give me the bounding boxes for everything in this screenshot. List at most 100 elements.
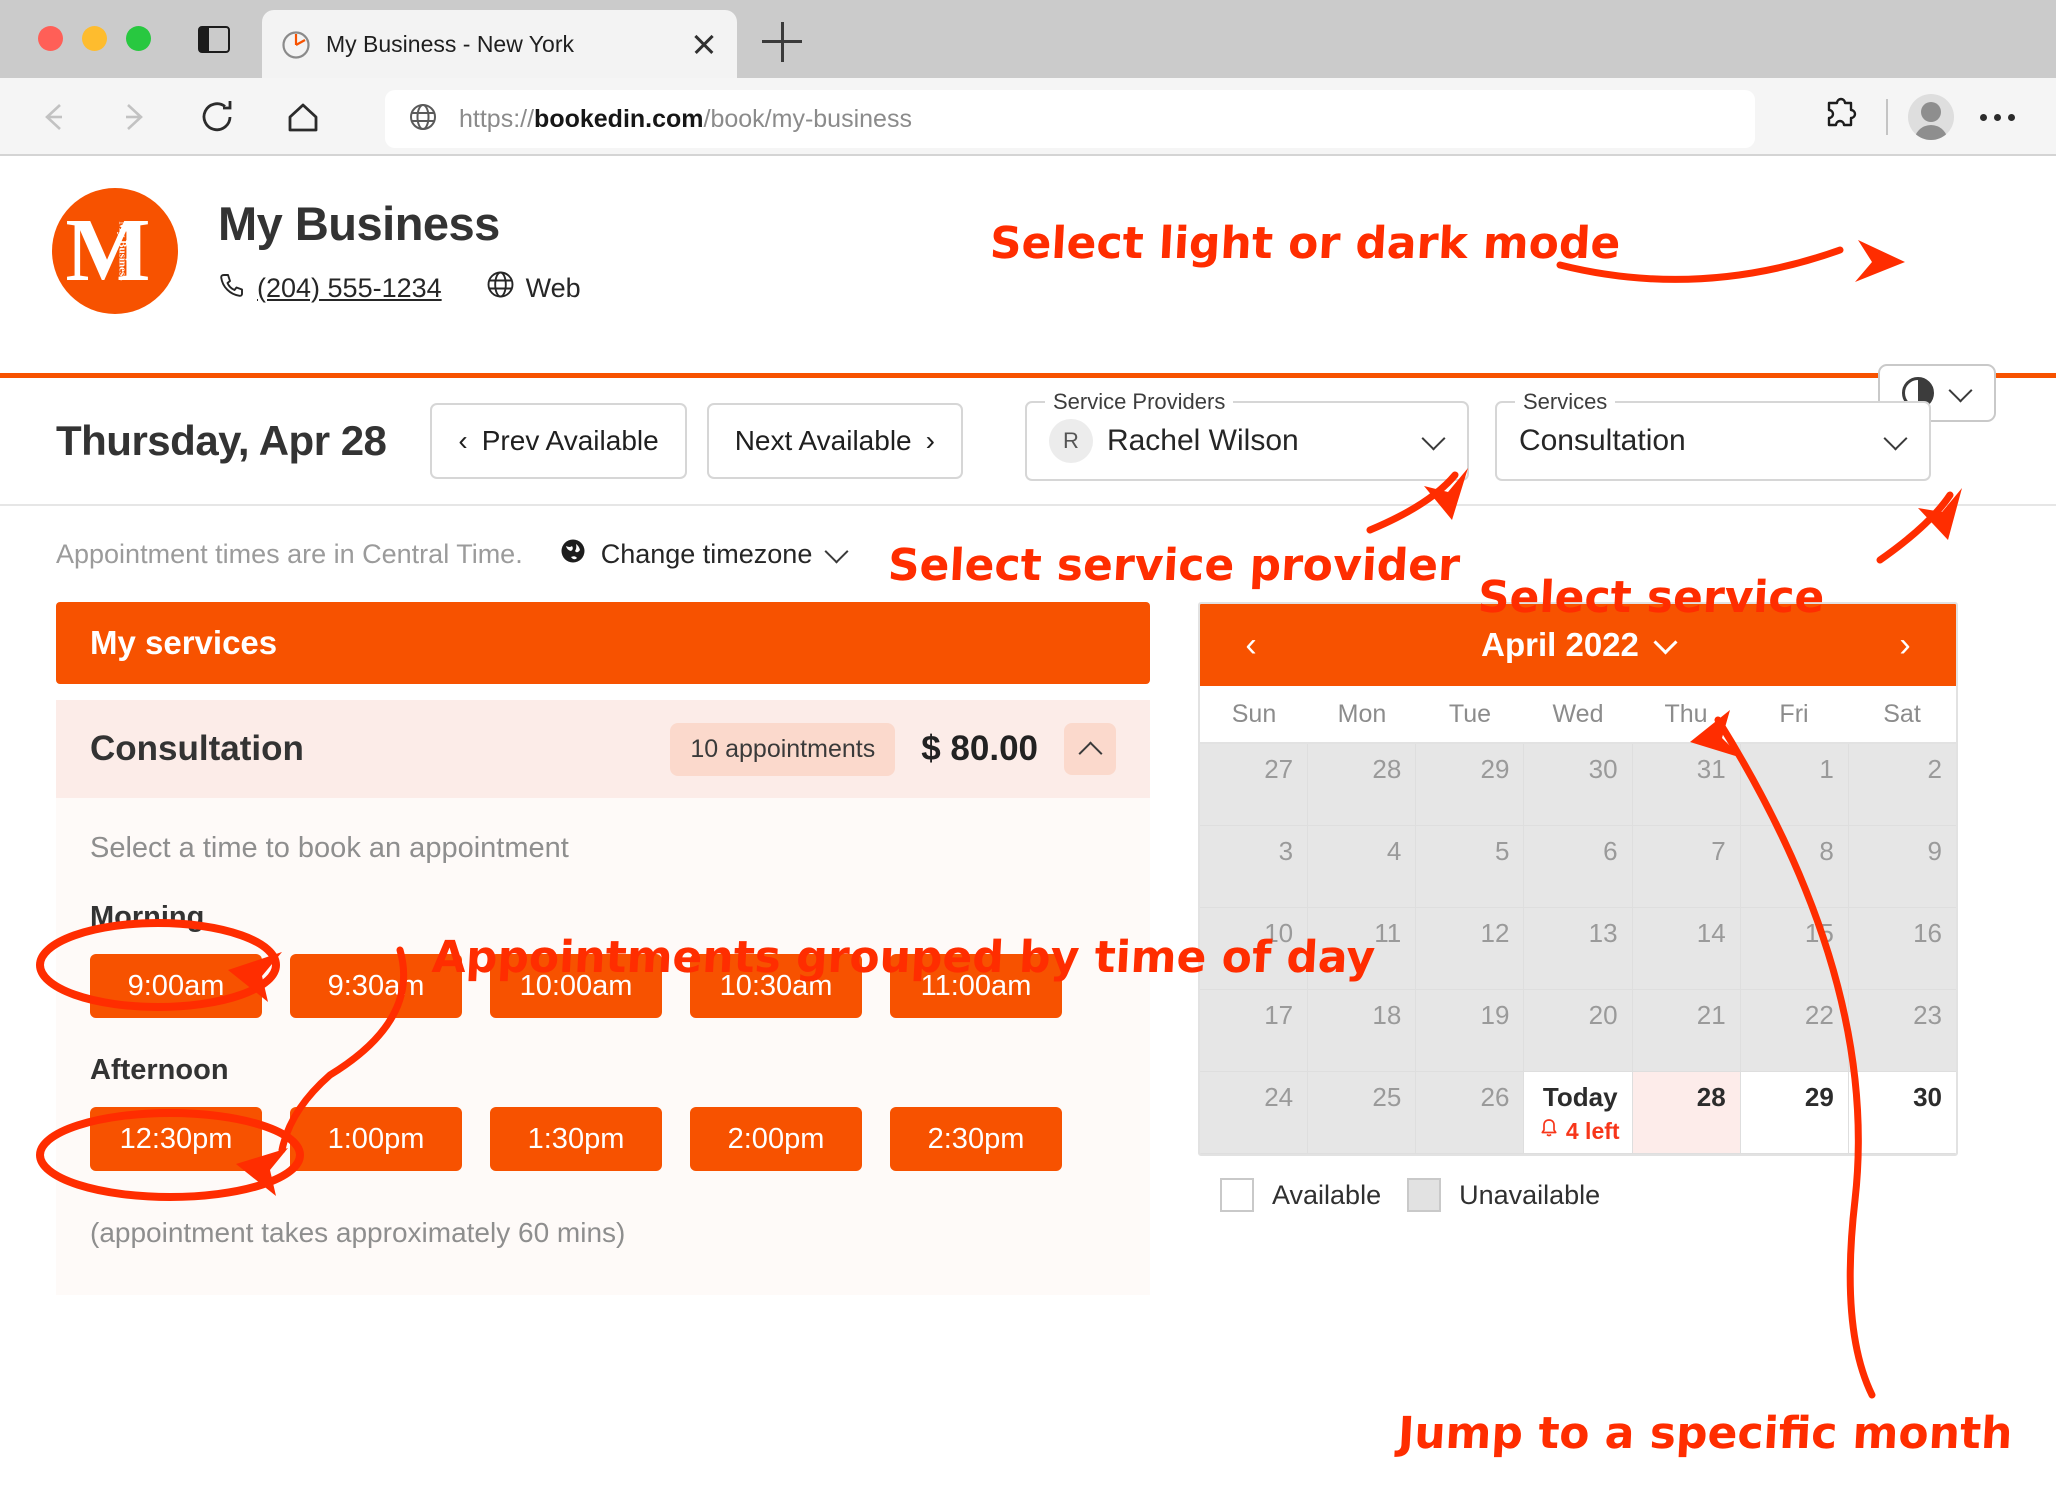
next-available-button[interactable]: Next Available › xyxy=(706,403,963,479)
service-provider-label: Service Providers xyxy=(1044,389,1234,415)
three-dots-icon[interactable] xyxy=(1964,92,2030,142)
weekday-label: Sun xyxy=(1231,699,1277,728)
calendar-header: ‹ April 2022 › xyxy=(1200,604,1956,686)
close-window-button[interactable] xyxy=(38,26,63,51)
screenshot-root: My Business - New York https://bookedin.… xyxy=(0,0,2056,1490)
phone-link[interactable]: (204) 555-1234 xyxy=(218,271,442,306)
phone-number: (204) 555-1234 xyxy=(257,272,442,303)
change-timezone-button[interactable]: Change timezone xyxy=(559,537,849,572)
calendar-day-cell: 4 xyxy=(1308,826,1417,908)
time-slot-button[interactable]: 9:00am xyxy=(90,954,262,1018)
calendar-day-label: 1 xyxy=(1819,754,1834,784)
morning-slot-list: 9:00am 9:30am 10:00am 10:30am 11:00am xyxy=(90,954,1116,1018)
service-name: Consultation xyxy=(90,729,304,768)
time-slot-button[interactable]: 1:00pm xyxy=(290,1107,462,1171)
close-icon[interactable] xyxy=(689,29,719,59)
browser-toolbar: https://bookedin.com/book/my-business xyxy=(0,78,2056,156)
home-icon[interactable] xyxy=(278,92,328,142)
month-picker-button[interactable]: April 2022 xyxy=(1481,626,1675,664)
select-time-hint: Select a time to book an appointment xyxy=(90,832,569,864)
service-summary-row[interactable]: Consultation 10 appointments $ 80.00 xyxy=(56,700,1150,798)
calendar-day-label: 22 xyxy=(1804,1000,1834,1030)
page-title: My Business xyxy=(218,197,500,250)
sidebar-toggle-icon[interactable] xyxy=(198,26,230,53)
chevron-up-icon xyxy=(1080,739,1100,759)
prev-available-button[interactable]: ‹ Prev Available xyxy=(430,403,687,479)
next-month-button[interactable]: › xyxy=(1888,628,1922,662)
toolbar-divider xyxy=(1886,99,1888,135)
service-body: Select a time to book an appointment Mor… xyxy=(56,798,1150,1295)
browser-tab-title: My Business - New York xyxy=(326,30,574,57)
calendar-day-label: 28 xyxy=(1696,1082,1726,1112)
calendar-day-cell: 8 xyxy=(1740,826,1849,908)
calendar-day-label: 20 xyxy=(1588,1000,1618,1030)
phone-icon xyxy=(218,271,246,306)
calendar-day-cell: 11 xyxy=(1308,908,1417,990)
calendar-day-label: 4 xyxy=(1386,836,1402,866)
forward-arrow-icon[interactable] xyxy=(110,92,160,142)
legend-item-unavailable: Unavailable xyxy=(1407,1178,1600,1212)
service-provider-select[interactable]: Service Providers R Rachel Wilson xyxy=(1024,389,1469,481)
weekday-label: Tue xyxy=(1448,699,1492,728)
calendar-day-label: 19 xyxy=(1480,1000,1510,1030)
web-label: Web xyxy=(525,272,581,303)
reload-icon[interactable] xyxy=(192,92,242,142)
calendar-day-label: 5 xyxy=(1494,836,1510,866)
timezone-bar: Appointment times are in Central Time. C… xyxy=(0,506,2056,602)
calendar-day-label: 26 xyxy=(1480,1082,1510,1112)
calendar-grid: 27 28 29 30 31 1 2 3 4 5 6 7 8 9 10 11 12 13 14 15 16 17 18 19 2… xyxy=(1200,744,1956,1154)
browser-tab[interactable]: My Business - New York xyxy=(262,10,737,78)
calendar-day-label: 10 xyxy=(1264,918,1294,948)
time-slot-button[interactable]: 12:30pm xyxy=(90,1107,262,1171)
calendar-day-label: 21 xyxy=(1696,1000,1726,1030)
calendar-day-cell: 14 xyxy=(1632,908,1741,990)
my-services-header: My services xyxy=(56,602,1150,684)
slots-left-label: 4 left xyxy=(1565,1117,1620,1144)
back-arrow-icon[interactable] xyxy=(28,92,78,142)
new-tab-button[interactable] xyxy=(762,22,802,62)
maximize-window-button[interactable] xyxy=(126,26,151,51)
chevron-left-icon: ‹ xyxy=(458,425,468,456)
time-slot-button[interactable]: 2:00pm xyxy=(690,1107,862,1171)
calendar: ‹ April 2022 › Sun Mon Tue Wed Thu Fri S… xyxy=(1198,602,1958,1156)
time-slot-button[interactable]: 9:30am xyxy=(290,954,462,1018)
minimize-window-button[interactable] xyxy=(82,26,107,51)
calendar-weekday-row: Sun Mon Tue Wed Thu Fri Sat xyxy=(1200,686,1956,744)
calendar-day-label: 27 xyxy=(1264,754,1294,784)
calendar-day-cell: 23 xyxy=(1848,990,1956,1072)
service-select[interactable]: Services Consultation xyxy=(1494,389,1931,481)
time-slot-button[interactable]: 2:30pm xyxy=(890,1107,1062,1171)
page-content: M My Business My Business (204) 555-1234 xyxy=(0,158,2056,1490)
calendar-day-cell[interactable]: 30 xyxy=(1848,1072,1956,1154)
calendar-day-cell[interactable]: Today 4 left xyxy=(1524,1072,1633,1154)
calendar-day-cell: 29 xyxy=(1416,744,1525,826)
calendar-day-cell[interactable]: 29 xyxy=(1740,1072,1849,1154)
legend-label: Unavailable xyxy=(1459,1179,1601,1210)
time-slot-button[interactable]: 10:30am xyxy=(690,954,862,1018)
calendar-day-cell: 16 xyxy=(1848,908,1956,990)
timezone-note: Appointment times are in Central Time. xyxy=(56,538,523,569)
calendar-day-label: 30 xyxy=(1588,754,1618,784)
prev-month-button[interactable]: ‹ xyxy=(1234,628,1268,662)
calendar-day-cell: 21 xyxy=(1632,990,1741,1072)
collapse-service-button[interactable] xyxy=(1064,723,1116,775)
change-timezone-label: Change timezone xyxy=(600,538,813,569)
month-label: April 2022 xyxy=(1481,626,1639,663)
calendar-week-row: 10 11 12 13 14 15 16 xyxy=(1200,908,1956,990)
calendar-day-label: 28 xyxy=(1372,754,1402,784)
calendar-day-cell[interactable]: 28 xyxy=(1632,1072,1741,1154)
calendar-day-label: 31 xyxy=(1696,754,1726,784)
calendar-day-cell: 18 xyxy=(1308,990,1417,1072)
time-slot-button[interactable]: 10:00am xyxy=(490,954,662,1018)
address-bar[interactable]: https://bookedin.com/book/my-business xyxy=(385,90,1755,148)
time-slot-button[interactable]: 11:00am xyxy=(890,954,1062,1018)
calendar-day-cell: 3 xyxy=(1200,826,1309,908)
calendar-day-cell: 5 xyxy=(1416,826,1525,908)
puzzle-piece-icon[interactable] xyxy=(1810,92,1876,142)
calendar-day-cell: 19 xyxy=(1416,990,1525,1072)
calendar-week-row: 24 25 26 Today 4 left 28 29 30 xyxy=(1200,1072,1956,1154)
avatar-icon[interactable] xyxy=(1898,92,1964,142)
calendar-day-label: 23 xyxy=(1913,1000,1942,1030)
time-slot-button[interactable]: 1:30pm xyxy=(490,1107,662,1171)
web-link[interactable]: Web xyxy=(486,270,581,306)
